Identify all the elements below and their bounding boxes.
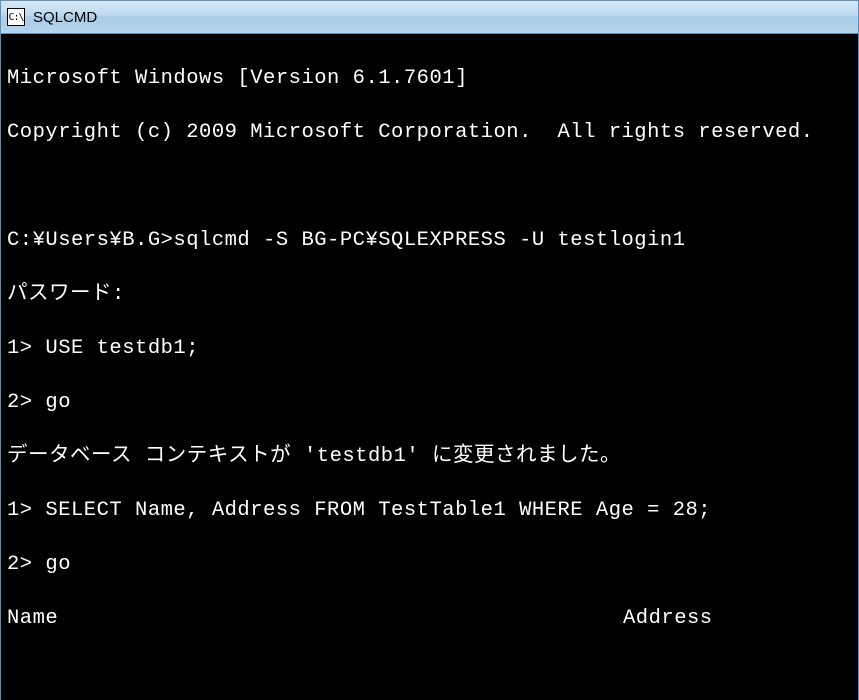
sql-line: 2> go xyxy=(7,389,852,416)
window-titlebar[interactable]: C:\ SQLCMD xyxy=(0,0,859,34)
password-prompt: パスワード: xyxy=(7,281,852,308)
context-message: データベース コンテキストが 'testdb1' に変更されました。 xyxy=(7,443,852,470)
version-line: Microsoft Windows [Version 6.1.7601] xyxy=(7,65,852,92)
table-header: Name xyxy=(7,605,623,632)
terminal-output[interactable]: Microsoft Windows [Version 6.1.7601] Cop… xyxy=(0,34,859,700)
blank-line xyxy=(7,173,852,200)
cmd-icon: C:\ xyxy=(7,8,25,26)
sql-line: 1> USE testdb1; xyxy=(7,335,852,362)
window-title: SQLCMD xyxy=(33,9,97,26)
prompt-line: C:¥Users¥B.G>sqlcmd -S BG-PC¥SQLEXPRESS … xyxy=(7,227,852,254)
table-header: Address xyxy=(623,605,852,632)
table-header-row: NameAddress xyxy=(7,605,852,632)
sql-line: 1> SELECT Name, Address FROM TestTable1 … xyxy=(7,497,852,524)
blank-line xyxy=(7,659,852,686)
copyright-line: Copyright (c) 2009 Microsoft Corporation… xyxy=(7,119,852,146)
sql-line: 2> go xyxy=(7,551,852,578)
